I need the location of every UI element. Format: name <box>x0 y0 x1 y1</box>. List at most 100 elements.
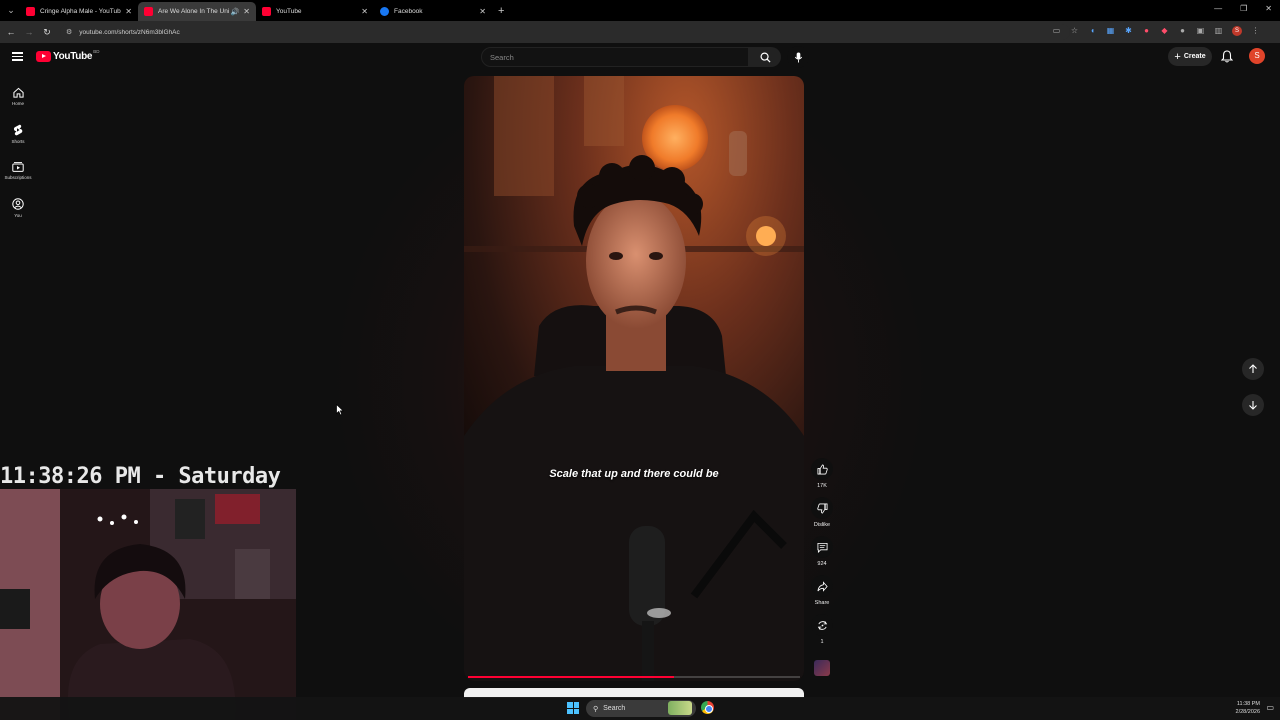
search-highlight-image[interactable] <box>668 701 692 715</box>
youtube-favicon-icon <box>144 7 153 16</box>
close-tab-icon[interactable]: ✕ <box>361 7 368 16</box>
remix-count: 1 <box>820 639 824 645</box>
sidebar-item-shorts[interactable]: Shorts <box>0 115 36 152</box>
close-tab-icon[interactable]: ✕ <box>243 7 250 16</box>
browser-tab-strip: ⌄ Cringe Alpha Male - YouTube ✕ Are We A… <box>0 0 1280 21</box>
comment-icon <box>817 542 827 553</box>
window-controls: — ❐ ✕ <box>1214 4 1272 13</box>
video-frame <box>464 76 804 681</box>
windows-taskbar: ⚲ Search 11:38 PM 2/28/2026 ▭ <box>0 697 1280 720</box>
close-tab-icon[interactable]: ✕ <box>479 7 486 16</box>
shorts-action-bar: 17K Dislike 924 Share 1 <box>810 458 834 653</box>
sidebar-item-you[interactable]: You <box>0 189 36 226</box>
like-action[interactable]: 17K <box>810 458 834 497</box>
tab-title: Are We Alone In The Unive <box>158 8 229 15</box>
mouse-cursor-icon <box>336 404 344 416</box>
minimize-icon[interactable]: — <box>1214 4 1222 13</box>
hamburger-menu-icon[interactable] <box>12 52 23 61</box>
split-view-icon[interactable]: ▥ <box>1214 26 1223 36</box>
create-label: Create <box>1183 53 1206 60</box>
install-app-icon[interactable]: ▭ <box>1052 26 1061 36</box>
address-bar[interactable]: ⚙ youtube.com/shorts/zN6m3blGhAc <box>60 24 1070 40</box>
taskbar-search-label: Search <box>603 705 626 712</box>
bookmark-star-icon[interactable]: ☆ <box>1070 26 1079 36</box>
new-tab-icon[interactable]: + <box>498 5 504 17</box>
youtube-logo[interactable]: YouTube BD <box>36 49 100 62</box>
reload-icon[interactable]: ↻ <box>38 27 56 38</box>
dislike-label: Dislike <box>813 522 831 528</box>
speaker-icon[interactable]: 🔊 <box>231 8 240 16</box>
comments-button[interactable] <box>811 536 833 558</box>
taskbar-date: 2/28/2026 <box>1235 709 1260 715</box>
tab-title: Cringe Alpha Male - YouTube <box>40 8 122 15</box>
extension-icon[interactable]: ◖ <box>1088 26 1097 36</box>
extension-icon[interactable]: ● <box>1142 26 1151 36</box>
taskbar-time: 11:38 PM <box>1236 701 1260 707</box>
shorts-video-player[interactable]: Scale that up and there could be <box>464 76 804 681</box>
dislike-button[interactable] <box>811 497 833 519</box>
dislike-action[interactable]: Dislike <box>810 497 834 536</box>
sidebar-item-subscriptions[interactable]: Subscriptions <box>0 152 36 189</box>
subscriptions-icon <box>12 162 24 172</box>
webcam-overlay <box>0 489 296 720</box>
create-button[interactable]: + Create <box>1168 47 1212 66</box>
previous-short-button[interactable] <box>1242 358 1264 380</box>
extensions-puzzle-icon[interactable]: ▣ <box>1196 26 1205 36</box>
sidebar-item-home[interactable]: Home <box>0 78 36 115</box>
comments-action[interactable]: 924 <box>810 536 834 575</box>
region-code: BD <box>93 49 100 54</box>
sidebar-item-label: Shorts <box>11 138 25 144</box>
taskbar-clock[interactable]: 11:38 PM 2/28/2026 <box>1236 700 1260 716</box>
extension-icon[interactable]: ▦ <box>1106 26 1115 36</box>
overlay-clock: 11:38:26 PM - Saturday <box>0 464 281 489</box>
video-caption: Scale that up and there could be <box>549 468 719 480</box>
tab-title: YouTube <box>276 8 302 15</box>
youtube-mini-sidebar: Home Shorts Subscriptions You <box>0 78 36 226</box>
close-tab-icon[interactable]: ✕ <box>125 7 132 16</box>
extension-bar: ▭ ☆ ◖ ▦ ✱ ● ◆ ● ▣ ▥ S ⋮ <box>1052 26 1260 36</box>
browser-tab[interactable]: YouTube ✕ <box>256 2 374 21</box>
back-arrow-icon[interactable]: ← <box>2 27 20 37</box>
share-action[interactable]: Share <box>810 575 834 614</box>
browser-profile-avatar[interactable]: S <box>1232 26 1242 36</box>
home-icon <box>12 87 24 98</box>
windows-start-icon[interactable] <box>567 702 579 714</box>
share-icon <box>817 580 828 592</box>
browser-tab[interactable]: Cringe Alpha Male - YouTube ✕ <box>20 2 138 21</box>
tab-title: Facebook <box>394 8 423 15</box>
notification-icon[interactable]: ▭ <box>1266 703 1274 712</box>
browser-menu-icon[interactable]: ⋮ <box>1251 26 1260 36</box>
chrome-icon[interactable] <box>701 701 714 714</box>
forward-arrow-icon[interactable]: → <box>20 27 38 37</box>
youtube-favicon-icon <box>26 7 35 16</box>
browser-tab-active[interactable]: Are We Alone In The Unive 🔊 ✕ <box>138 2 256 21</box>
share-button[interactable] <box>811 575 833 597</box>
maximize-icon[interactable]: ❐ <box>1240 4 1247 13</box>
video-progress-bar[interactable] <box>468 676 800 678</box>
arrow-down-icon <box>1249 401 1257 410</box>
facebook-favicon-icon <box>380 7 389 16</box>
close-window-icon[interactable]: ✕ <box>1265 4 1272 13</box>
video-progress-fill <box>468 676 674 678</box>
sound-source-thumbnail[interactable] <box>814 660 830 676</box>
extension-icon[interactable]: ✱ <box>1124 26 1133 36</box>
notifications-bell-icon[interactable] <box>1220 50 1234 68</box>
account-avatar[interactable]: S <box>1249 48 1265 64</box>
arrow-up-icon <box>1249 364 1257 373</box>
site-info-icon[interactable]: ⚙ <box>66 28 72 36</box>
shorts-icon <box>13 124 23 135</box>
you-icon <box>12 197 24 210</box>
next-short-button[interactable] <box>1242 394 1264 416</box>
thumbs-up-icon <box>817 464 828 474</box>
like-button[interactable] <box>811 458 833 480</box>
comment-count: 924 <box>817 561 827 567</box>
sidebar-item-label: Subscriptions <box>4 175 32 180</box>
browser-tab[interactable]: Facebook ✕ <box>374 2 492 21</box>
youtube-wordmark: YouTube <box>53 51 93 62</box>
remix-icon <box>817 620 827 630</box>
extension-icon[interactable]: ● <box>1178 26 1187 36</box>
remix-action[interactable]: 1 <box>810 614 834 653</box>
extension-icon[interactable]: ◆ <box>1160 26 1169 36</box>
remix-button[interactable] <box>811 614 833 636</box>
tab-search-button[interactable]: ⌄ <box>2 3 20 19</box>
